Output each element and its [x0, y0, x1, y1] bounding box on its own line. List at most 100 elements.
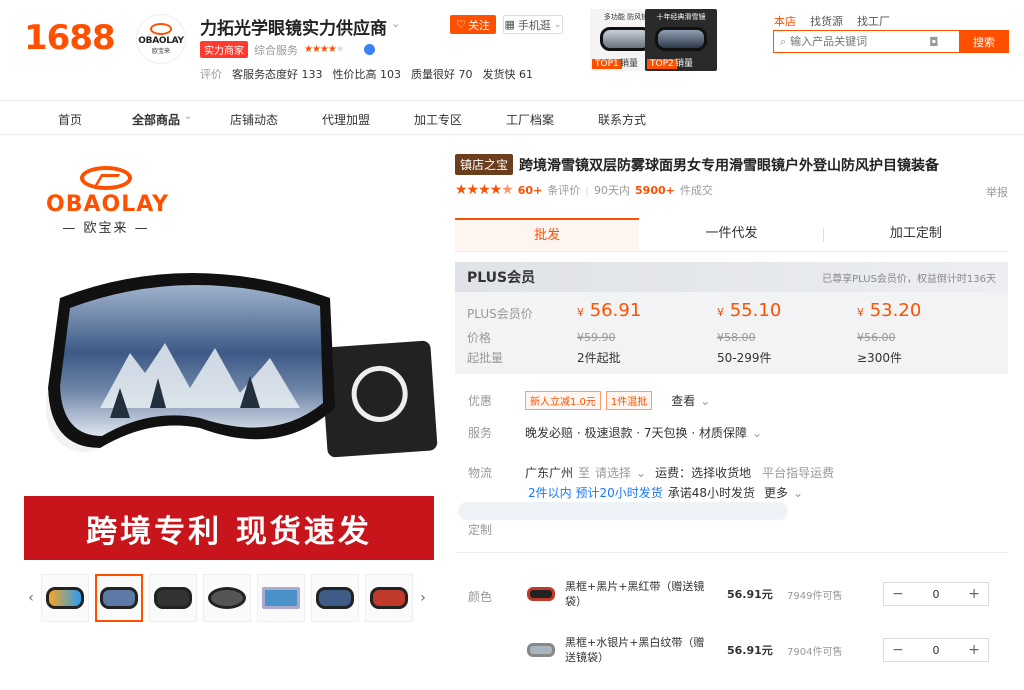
moq-label: 起批量 — [467, 351, 504, 365]
nav-agency[interactable]: 代理加盟 — [322, 111, 370, 128]
discount-row: 优惠 新人立减1.0元 1件混批 查看 ⌄ — [468, 391, 710, 410]
sold-count: 5900+ — [635, 183, 675, 197]
shop-nav: 首页 全部商品 ⌄ 店铺动态 代理加盟 加工专区 工厂档案 联系方式 — [0, 100, 1024, 135]
coupon-badge[interactable]: 新人立减1.0元 — [525, 391, 601, 410]
chevron-down-icon[interactable]: ⌄ — [391, 17, 400, 30]
nav-processing[interactable]: 加工专区 — [414, 111, 462, 128]
main-product-image[interactable]: OBAOLAY — 欧宝来 — 跨境专利 现货速发 — [24, 148, 438, 560]
thumbnail[interactable] — [203, 574, 251, 622]
view-coupons-link[interactable]: 查看 — [671, 392, 695, 409]
nav-home[interactable]: 首页 — [58, 111, 82, 128]
eval-tag[interactable]: 性价比高 103 — [333, 66, 402, 82]
shop-logo-cn: 欧宝来 — [151, 48, 170, 55]
promo-rank-text: 销量 — [620, 59, 639, 69]
thumbnail[interactable] — [41, 574, 89, 622]
tab-dropship[interactable]: 一件代发 — [639, 218, 823, 251]
thumbnail[interactable] — [95, 574, 143, 622]
thumb-goggle — [316, 587, 354, 609]
service-text[interactable]: 晚发必赔 · 极速退款 · 7天包换 · 材质保障 — [525, 424, 747, 441]
sku-row: 黑框+水银片+黑白纹带（赠送镜袋） 56.91元 7904件可售 − 0 + — [525, 624, 1008, 676]
coupon-badge[interactable]: 1件混批 — [605, 391, 653, 410]
eval-tag[interactable]: 客服务态度好 133 — [232, 66, 323, 82]
scope-this-shop[interactable]: 本店 — [774, 13, 796, 29]
verified-icon[interactable] — [363, 44, 375, 55]
thumb-goggle — [208, 587, 246, 609]
sku-price: 56.91元 — [727, 588, 773, 601]
original-price: ¥59.90 — [577, 331, 616, 344]
blurred-strip — [458, 502, 788, 520]
nav-all-products[interactable]: 全部商品 — [132, 111, 180, 128]
ship-from: 广东广州 — [525, 466, 574, 480]
eval-tag[interactable]: 质量很好 70 — [411, 66, 473, 82]
tab-divider — [823, 228, 824, 242]
brand-name-cn: — 欧宝来 — — [62, 221, 150, 236]
search-button[interactable]: 搜索 — [959, 30, 1009, 53]
service-row: 服务 晚发必赔 · 极速退款 · 7天包换 · 材质保障 ⌄ — [468, 424, 762, 441]
rating-stars[interactable]: ★★★★★ — [455, 182, 514, 198]
site-logo[interactable]: 1688 — [24, 18, 116, 58]
search-box: ⌕ ◘ — [773, 30, 959, 53]
chevron-down-icon[interactable]: ⌄ — [793, 486, 803, 500]
camera-icon[interactable]: ◘ — [929, 35, 939, 49]
quantity-stepper: − 0 + — [883, 582, 989, 606]
quantity-value[interactable]: 0 — [933, 588, 940, 601]
follow-button[interactable]: ♡ 关注 — [450, 15, 496, 34]
thumbnail[interactable] — [311, 574, 359, 622]
goggle-lens-image — [45, 273, 335, 452]
tab-wholesale[interactable]: 批发 — [455, 218, 640, 251]
promo-top2[interactable]: 十年经典滑雪镜 TOP2 销量 — [645, 9, 717, 71]
quantity-stepper: − 0 + — [883, 638, 989, 662]
plus-icon[interactable]: + — [968, 586, 980, 602]
freight-text: 运费：选择收货地 — [655, 466, 752, 480]
destination-select[interactable]: 请选择 — [595, 464, 631, 481]
nav-factory-profile[interactable]: 工厂档案 — [506, 111, 554, 128]
treasure-badge: 镇店之宝 — [455, 154, 514, 175]
nav-contact[interactable]: 联系方式 — [598, 111, 646, 128]
chevron-down-icon[interactable]: ⌄ — [184, 111, 192, 122]
price-tier: ¥ 53.20 — [857, 300, 921, 321]
sku-stock: 7949件可售 — [787, 590, 843, 602]
nav-shop-news[interactable]: 店铺动态 — [230, 111, 278, 128]
chevron-right-icon[interactable]: › — [416, 590, 430, 606]
search-input[interactable] — [790, 35, 926, 48]
sku-image[interactable] — [525, 634, 557, 666]
thumbnail[interactable] — [149, 574, 197, 622]
member-price: ¥ 56.91 — [577, 300, 642, 321]
shop-logo[interactable]: OBAOLAY 欧宝来 — [136, 14, 186, 64]
sku-stock: 7904件可售 — [787, 646, 843, 658]
search-scope-links: 本店 找货源 找工厂 — [774, 13, 890, 29]
minus-icon[interactable]: − — [892, 642, 904, 658]
shop-name[interactable]: 力拓光学眼镜实力供应商 — [200, 14, 387, 39]
shop-header: 1688 OBAOLAY 欧宝来 力拓光学眼镜实力供应商 ⌄ ♡ 关注 ▦ 手机… — [0, 0, 1024, 100]
sku-goggle — [527, 643, 555, 657]
mobile-browse-button[interactable]: ▦ 手机逛 ⌄ — [503, 15, 563, 34]
thumb-goggle — [46, 587, 84, 609]
chevron-down-icon[interactable]: ⌄ — [636, 466, 646, 480]
quantity-value[interactable]: 0 — [933, 644, 940, 657]
eval-tag[interactable]: 发货快 61 — [483, 66, 534, 82]
chevron-down-icon: ⌄ — [700, 393, 711, 408]
tier-qty: ≥300件 — [857, 351, 902, 365]
freight-guide[interactable]: 平台指导运费 — [762, 464, 834, 481]
rating-count-label: 条评价 — [547, 184, 581, 197]
plus-icon[interactable]: + — [968, 642, 980, 658]
plus-note[interactable]: 已尊享PLUS会员价，权益倒计时136天 — [822, 270, 996, 285]
chevron-left-icon[interactable]: ‹ — [24, 590, 38, 606]
more-link[interactable]: 更多 — [764, 484, 788, 501]
logistics-row: 物流 广东广州 至 请选择 ⌄ 运费：选择收货地 平台指导运费 — [468, 464, 834, 481]
sku-image[interactable] — [525, 578, 557, 610]
tab-custom[interactable]: 加工定制 — [824, 218, 1008, 251]
scope-find-source[interactable]: 找货源 — [810, 13, 843, 29]
ship-promise: 承诺48小时发货 — [667, 486, 756, 500]
thumbnail[interactable] — [257, 574, 305, 622]
goggle-image — [655, 27, 707, 51]
scope-find-factory[interactable]: 找工厂 — [857, 13, 890, 29]
strap-logo — [349, 364, 410, 424]
report-link[interactable]: 举报 — [986, 184, 1008, 200]
chevron-down-icon[interactable]: ⌄ — [752, 426, 762, 440]
minus-icon[interactable]: − — [892, 586, 904, 602]
service-stars: ★★★★★ — [304, 44, 345, 55]
thumbnail[interactable] — [365, 574, 413, 622]
custom-label: 定制 — [468, 523, 493, 537]
rating-count[interactable]: 60+ — [518, 184, 543, 197]
